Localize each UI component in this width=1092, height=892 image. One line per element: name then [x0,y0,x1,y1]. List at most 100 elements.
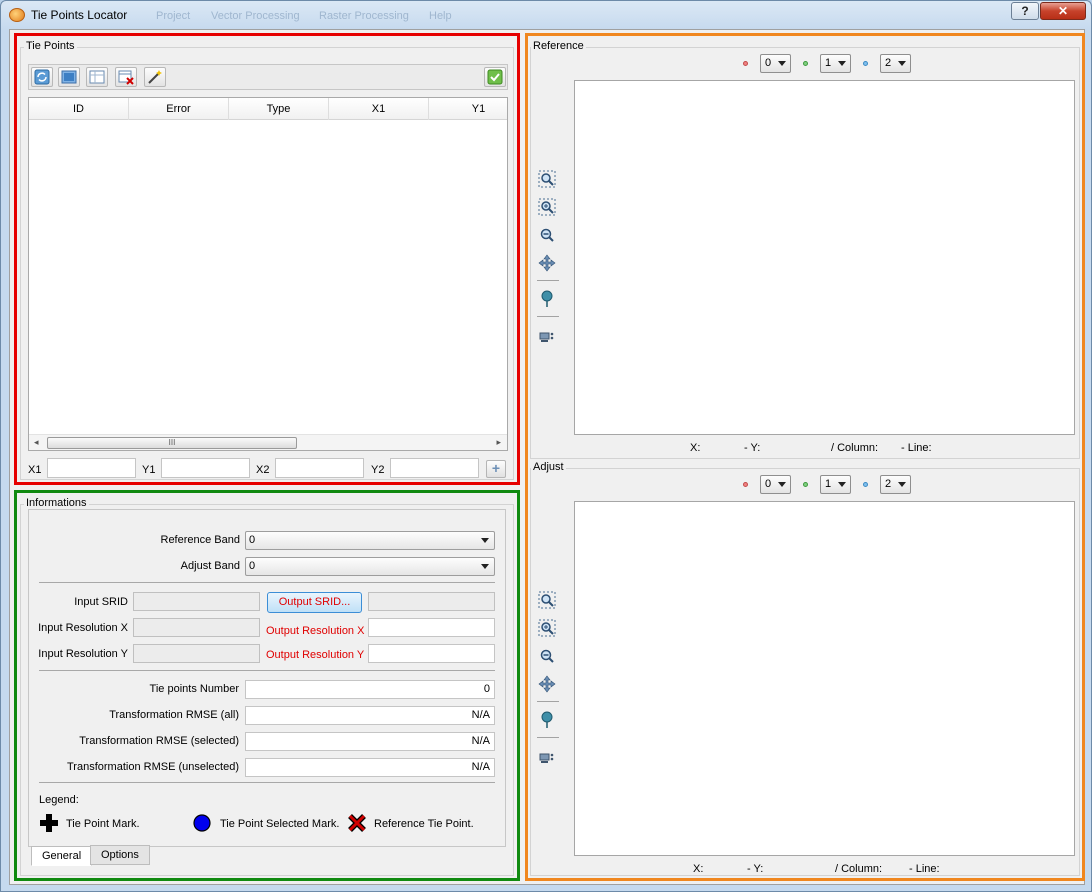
refresh-button[interactable] [31,67,53,87]
close-button[interactable]: ✕ [1040,2,1086,20]
reference-pan-icon[interactable] [538,254,556,272]
column-header-y1[interactable]: Y1 [429,98,507,120]
adjust-green-band-select[interactable]: 1 [820,475,851,494]
output-resolution-y-label: Output Resolution Y [266,649,365,661]
chevron-down-icon [481,538,489,543]
input-resolution-x-field [133,618,260,637]
delete-icon [118,70,134,85]
table-header: ID Error Type X1 Y1 [29,98,507,120]
output-srid-button[interactable]: Output SRID... [267,592,362,613]
chevron-down-icon [838,482,846,487]
rmse-selected-field: N/A [245,732,495,751]
tie-points-locator-window: Tie Points Locator Project Vector Proces… [0,0,1092,892]
rmse-unselected-field: N/A [245,758,495,777]
column-header-x1[interactable]: X1 [329,98,429,120]
reference-band-select[interactable]: 0 [245,531,495,550]
y2-label: Y2 [371,464,385,476]
toolbar-divider [537,701,559,702]
delete-tie-points-button[interactable] [115,67,137,87]
adjust-pan-icon[interactable] [538,675,556,693]
x1-field[interactable] [47,458,136,478]
adjust-zoom-area-icon[interactable] [538,619,556,637]
tab-options[interactable]: Options [90,845,150,865]
divider [39,582,495,583]
output-srid-field [368,592,495,611]
legend-selected-label: Tie Point Selected Mark. [220,818,340,830]
dialog-body: Tie Points ID Error Type X1 Y1 ◂ III ▸ X… [9,29,1085,885]
x2-field[interactable] [275,458,364,478]
adjust-display-config-icon[interactable] [538,749,556,767]
scroll-right-arrow-icon[interactable]: ▸ [496,437,501,448]
tie-points-group-title: Tie Points [24,40,77,52]
refresh-icon [34,69,50,85]
input-srid-label: Input SRID [74,596,128,608]
add-tie-point-button[interactable]: + [486,460,506,478]
apply-button[interactable] [484,67,506,87]
input-resolution-y-field [133,644,260,663]
reference-zoom-extent-icon[interactable] [538,170,556,188]
table-view-button[interactable] [86,67,108,87]
window-title: Tie Points Locator [31,8,128,22]
red-band-dot-icon [743,61,748,66]
select-all-icon [61,70,77,84]
y1-field[interactable] [161,458,250,478]
column-header-type[interactable]: Type [229,98,329,120]
reference-map-display[interactable] [574,80,1075,435]
help-button[interactable]: ? [1011,2,1039,20]
reference-blue-band-select[interactable]: 2 [880,54,911,73]
apply-checkmark-icon [487,69,503,85]
reference-zoom-out-icon[interactable] [538,226,556,244]
green-band-dot-icon [803,482,808,487]
reference-tie-point-icon [348,814,366,832]
add-plus-icon: + [491,460,501,476]
horizontal-scrollbar[interactable]: ◂ III ▸ [29,434,507,450]
scrollbar-thumb[interactable]: III [47,437,297,449]
output-resolution-y-field[interactable] [368,644,495,663]
legend-mark-label: Tie Point Mark. [66,818,140,830]
scroll-left-arrow-icon[interactable]: ◂ [34,437,39,448]
adjust-blue-band-select[interactable]: 2 [880,475,911,494]
select-all-button[interactable] [58,67,80,87]
blue-band-dot-icon [863,482,868,487]
tie-points-table[interactable]: ID Error Type X1 Y1 ◂ III ▸ [28,97,508,451]
reference-band-label: Reference Band [160,534,241,546]
tab-general[interactable]: General [31,846,93,866]
column-header-error[interactable]: Error [129,98,229,120]
chevron-down-icon [481,564,489,569]
adjust-red-band-select[interactable]: 0 [760,475,791,494]
adjust-column-coord: / Column: [835,863,883,875]
adjust-group-title: Adjust [531,461,566,473]
adjust-line-coord: - Line: [909,863,940,875]
adjust-y-coord: - Y: [747,863,764,875]
column-header-id[interactable]: ID [29,98,129,120]
adjust-band-select[interactable]: 0 [245,557,495,576]
auto-acquire-button[interactable] [144,67,166,87]
adjust-map-display[interactable] [574,501,1075,856]
legend-title: Legend: [39,794,79,806]
reference-select-point-icon[interactable] [538,290,556,308]
background-menu-vector: Vector Processing [211,10,300,22]
rmse-unselected-label: Transformation RMSE (unselected) [67,761,239,773]
output-resolution-x-field[interactable] [368,618,495,637]
background-menu-raster: Raster Processing [319,10,409,22]
reference-display-config-icon[interactable] [538,328,556,346]
toolbar-divider [537,316,559,317]
reference-green-band-select[interactable]: 1 [820,54,851,73]
x2-label: X2 [256,464,270,476]
informations-group-title: Informations [24,497,89,509]
green-band-dot-icon [803,61,808,66]
reference-red-band-select[interactable]: 0 [760,54,791,73]
adjust-select-point-icon[interactable] [538,711,556,729]
adjust-red-band-value: 0 [765,478,772,490]
app-logo-icon [9,8,25,22]
chevron-down-icon [778,61,786,66]
input-srid-field [133,592,260,611]
input-resolution-x-label: Input Resolution X [38,622,128,634]
adjust-zoom-extent-icon[interactable] [538,591,556,609]
reference-zoom-area-icon[interactable] [538,198,556,216]
adjust-zoom-out-icon[interactable] [538,647,556,665]
legend-reference-label: Reference Tie Point. [374,818,474,830]
y2-field[interactable] [390,458,479,478]
rmse-selected-label: Transformation RMSE (selected) [79,735,239,747]
background-menu-project: Project [156,10,191,22]
